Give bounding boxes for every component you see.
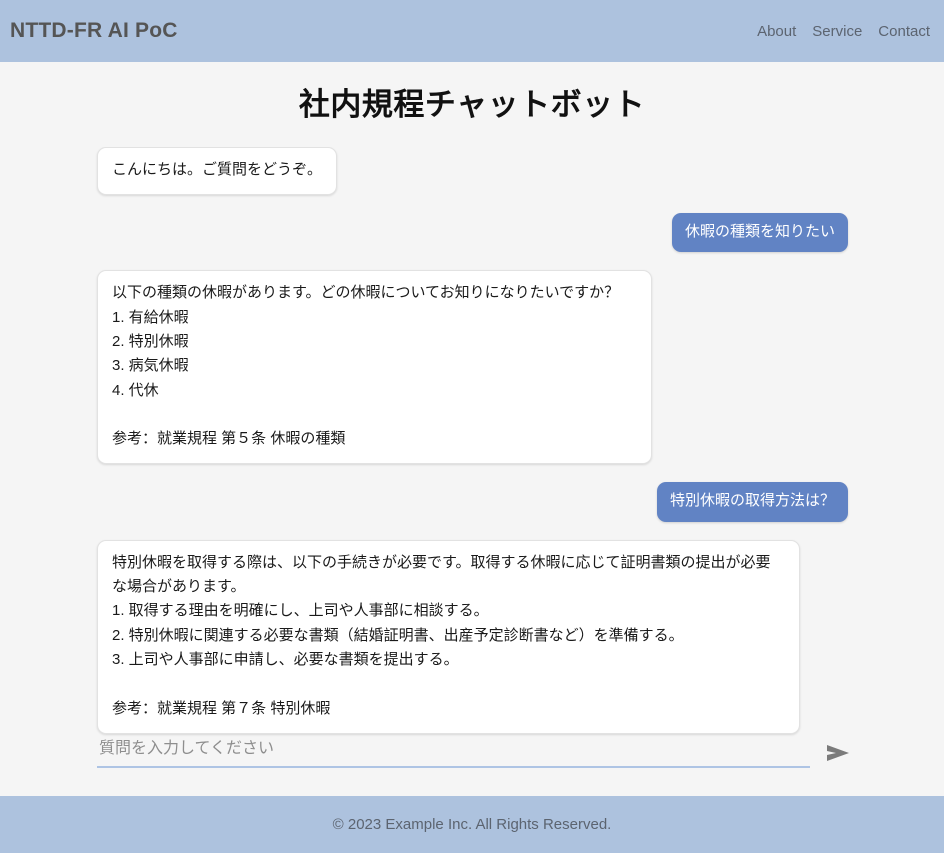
chat-message-user: 休暇の種類を知りたい [97,213,848,253]
nav-link-contact[interactable]: Contact [878,23,930,40]
send-arrow-icon [827,745,849,761]
message-bubble: 休暇の種類を知りたい [671,213,848,253]
chat-input-wrapper [97,736,810,768]
chat-message-bot: こんにちは。ご質問をどうぞ。 [97,146,848,196]
site-header: NTTD-FR AI PoC About Service Contact [0,0,944,62]
app-root: NTTD-FR AI PoC About Service Contact 社内規… [0,0,944,853]
nav-link-about[interactable]: About [757,23,796,40]
message-bubble: こんにちは。ご質問をどうぞ。 [97,146,338,196]
chat-input[interactable] [97,736,810,768]
chat-message-list: こんにちは。ご質問をどうぞ。 休暇の種類を知りたい 以下の種類の休暇があります。… [0,146,944,796]
main-content: 社内規程チャットボット こんにちは。ご質問をどうぞ。 休暇の種類を知りたい 以下… [0,62,944,796]
message-bubble: 特別休暇を取得する際は、以下の手続きが必要です。取得する休暇に応じて証明書類の提… [97,539,800,734]
site-footer: © 2023 Example Inc. All Rights Reserved. [0,796,944,853]
footer-copyright: © 2023 Example Inc. All Rights Reserved. [332,816,612,833]
brand-title: NTTD-FR AI PoC [10,19,178,42]
send-button[interactable] [824,742,852,766]
message-bubble: 以下の種類の休暇があります。どの休暇についてお知りになりたいですか？ 1. 有給… [97,270,652,465]
message-composer [97,736,852,768]
primary-nav: About Service Contact [757,23,930,40]
nav-link-service[interactable]: Service [812,23,862,40]
chat-message-bot: 以下の種類の休暇があります。どの休暇についてお知りになりたいですか？ 1. 有給… [97,270,848,465]
chat-message-bot: 特別休暇を取得する際は、以下の手続きが必要です。取得する休暇に応じて証明書類の提… [97,539,848,734]
message-bubble: 特別休暇の取得方法は？ [656,482,848,522]
page-title: 社内規程チャットボット [298,87,646,122]
chat-message-user: 特別休暇の取得方法は？ [97,482,848,522]
